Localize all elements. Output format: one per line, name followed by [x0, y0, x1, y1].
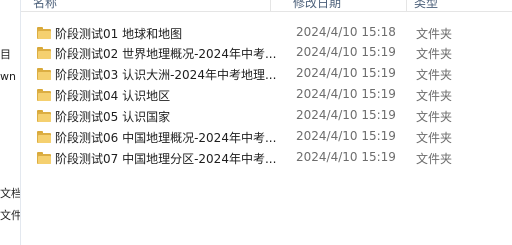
file-row[interactable]: 阶段测试06 中国地理概况-2024年中考... 2024/4/10 15:19…: [34, 127, 508, 147]
file-type: 文件夹: [416, 110, 453, 124]
folder-icon: [37, 152, 51, 164]
file-name: 阶段测试06 中国地理概况-2024年中考...: [55, 131, 277, 145]
file-date: 2024/4/10 15:19: [296, 129, 396, 143]
column-header-name[interactable]: 名称: [33, 0, 57, 11]
navigation-pane[interactable]: 目 wn 文档 文件夹: [0, 0, 21, 245]
folder-icon: [37, 47, 51, 59]
file-date: 2024/4/10 15:19: [296, 66, 396, 80]
nav-item-4[interactable]: 文件夹: [0, 207, 20, 223]
file-row[interactable]: 阶段测试01 地球和地图 2024/4/10 15:18 文件夹: [34, 23, 508, 43]
column-header-date[interactable]: 修改日期: [293, 0, 341, 11]
file-date: 2024/4/10 15:18: [296, 25, 396, 39]
nav-item-2[interactable]: wn: [0, 70, 16, 83]
column-header-type[interactable]: 类型: [414, 0, 438, 11]
file-type: 文件夹: [416, 47, 453, 61]
file-name: 阶段测试02 世界地理概况-2024年中考...: [55, 47, 277, 61]
file-date: 2024/4/10 15:19: [296, 150, 396, 164]
file-type: 文件夹: [416, 131, 453, 145]
file-name: 阶段测试05 认识国家: [55, 110, 171, 124]
column-divider[interactable]: [406, 0, 407, 11]
column-header-bar: 名称 修改日期 类型: [21, 0, 512, 12]
file-row[interactable]: 阶段测试02 世界地理概况-2024年中考... 2024/4/10 15:19…: [34, 43, 508, 63]
file-type: 文件夹: [416, 27, 453, 41]
file-name: 阶段测试04 认识地区: [55, 89, 171, 103]
folder-icon: [37, 131, 51, 143]
file-row[interactable]: 阶段测试07 中国地理分区-2024年中考... 2024/4/10 15:19…: [34, 148, 508, 168]
file-date: 2024/4/10 15:19: [296, 87, 396, 101]
folder-icon: [37, 89, 51, 101]
nav-item-3[interactable]: 文档: [0, 185, 20, 201]
file-name: 阶段测试01 地球和地图: [55, 27, 183, 41]
folder-icon: [37, 68, 51, 80]
file-type: 文件夹: [416, 68, 453, 82]
folder-icon: [37, 110, 51, 122]
file-date: 2024/4/10 15:19: [296, 108, 396, 122]
file-row[interactable]: 阶段测试03 认识大洲-2024年中考地理... 2024/4/10 15:19…: [34, 64, 508, 84]
file-date: 2024/4/10 15:19: [296, 45, 396, 59]
column-divider[interactable]: [270, 0, 271, 11]
folder-icon: [37, 27, 51, 39]
file-name: 阶段测试03 认识大洲-2024年中考地理...: [55, 68, 277, 82]
file-row[interactable]: 阶段测试05 认识国家 2024/4/10 15:19 文件夹: [34, 106, 508, 126]
nav-item-1[interactable]: 目: [0, 46, 11, 62]
file-type: 文件夹: [416, 152, 453, 166]
file-row[interactable]: 阶段测试04 认识地区 2024/4/10 15:19 文件夹: [34, 85, 508, 105]
file-name: 阶段测试07 中国地理分区-2024年中考...: [55, 152, 277, 166]
file-type: 文件夹: [416, 89, 453, 103]
